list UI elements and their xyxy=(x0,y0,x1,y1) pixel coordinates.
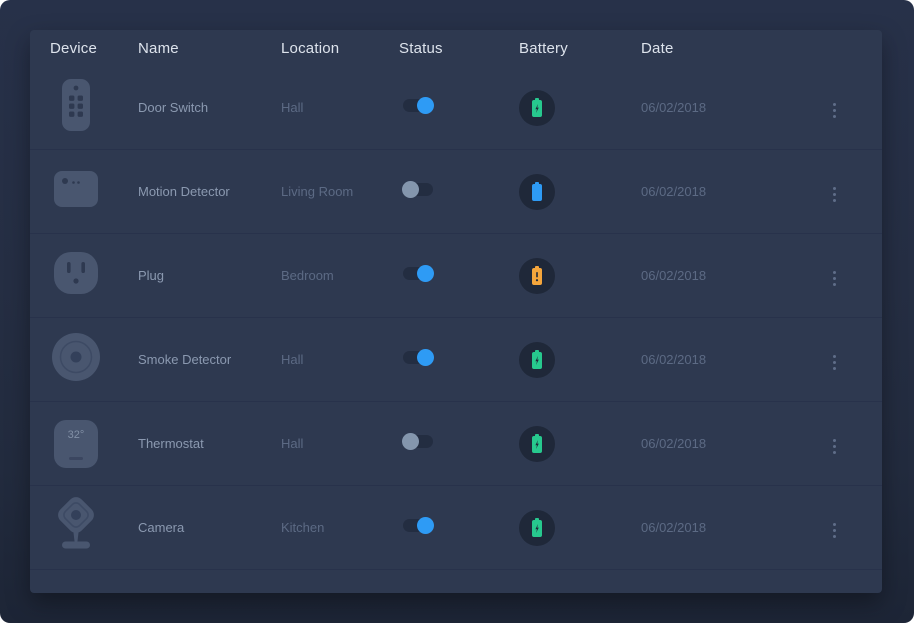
device-name: Thermostat xyxy=(138,436,281,451)
camera-icon xyxy=(50,497,102,553)
status-toggle[interactable] xyxy=(403,267,433,280)
device-date: 06/02/2018 xyxy=(641,352,818,367)
column-header-battery: Battery xyxy=(519,40,641,57)
thermostat-icon: 32° xyxy=(50,420,102,468)
row-menu-button[interactable] xyxy=(828,266,841,291)
column-header-date: Date xyxy=(641,40,818,57)
device-name: Camera xyxy=(138,520,281,535)
battery-alert-icon xyxy=(519,258,555,294)
motion-detector-icon xyxy=(50,168,102,210)
device-date: 06/02/2018 xyxy=(641,268,818,283)
row-menu-button[interactable] xyxy=(828,98,841,123)
battery-charging-icon xyxy=(519,510,555,546)
toggle-knob xyxy=(417,265,434,282)
column-header-name: Name xyxy=(138,40,281,57)
remote-icon xyxy=(50,78,102,132)
toggle-knob xyxy=(417,349,434,366)
status-toggle[interactable] xyxy=(403,99,433,112)
column-header-status: Status xyxy=(399,40,519,57)
page-background: Device Name Location Status Battery Date xyxy=(0,0,914,623)
device-date: 06/02/2018 xyxy=(641,520,818,535)
battery-charging-icon xyxy=(519,342,555,378)
column-header-location: Location xyxy=(281,40,399,57)
column-header-device: Device xyxy=(50,40,138,57)
battery-full-icon xyxy=(519,174,555,210)
device-date: 06/02/2018 xyxy=(641,100,818,115)
status-toggle[interactable] xyxy=(403,351,433,364)
device-location: Hall xyxy=(281,436,399,451)
device-date: 06/02/2018 xyxy=(641,184,818,199)
device-location: Bedroom xyxy=(281,268,399,283)
table-row: Camera Kitchen 06/02/2018 xyxy=(30,486,882,570)
thermostat-dash xyxy=(69,457,83,460)
status-toggle[interactable] xyxy=(403,435,433,448)
device-name: Plug xyxy=(138,268,281,283)
row-menu-button[interactable] xyxy=(828,182,841,207)
toggle-knob xyxy=(417,517,434,534)
table-row: Smoke Detector Hall 06/02/2018 xyxy=(30,318,882,402)
table-row: Motion Detector Living Room 06/02/2018 xyxy=(30,150,882,234)
table-header: Device Name Location Status Battery Date xyxy=(30,30,882,66)
battery-charging-icon xyxy=(519,426,555,462)
table-row: Door Switch Hall 06/02/2018 xyxy=(30,66,882,150)
status-toggle[interactable] xyxy=(403,183,433,196)
table-row: 32° Thermostat Hall 06/02/2018 xyxy=(30,402,882,486)
device-location: Hall xyxy=(281,100,399,115)
row-menu-button[interactable] xyxy=(828,518,841,543)
row-menu-button[interactable] xyxy=(828,350,841,375)
battery-charging-icon xyxy=(519,90,555,126)
device-location: Hall xyxy=(281,352,399,367)
thermostat-reading: 32° xyxy=(68,429,85,468)
smoke-detector-icon xyxy=(50,332,102,382)
toggle-knob xyxy=(417,97,434,114)
device-table: Device Name Location Status Battery Date xyxy=(30,30,882,593)
status-toggle[interactable] xyxy=(403,519,433,532)
row-menu-button[interactable] xyxy=(828,434,841,459)
table-row: Plug Bedroom 06/02/2018 xyxy=(30,234,882,318)
device-location: Kitchen xyxy=(281,520,399,535)
toggle-knob xyxy=(402,181,419,198)
plug-icon xyxy=(50,250,102,296)
device-name: Smoke Detector xyxy=(138,352,281,367)
device-date: 06/02/2018 xyxy=(641,436,818,451)
device-name: Motion Detector xyxy=(138,184,281,199)
device-name: Door Switch xyxy=(138,100,281,115)
device-location: Living Room xyxy=(281,184,399,199)
toggle-knob xyxy=(402,433,419,450)
